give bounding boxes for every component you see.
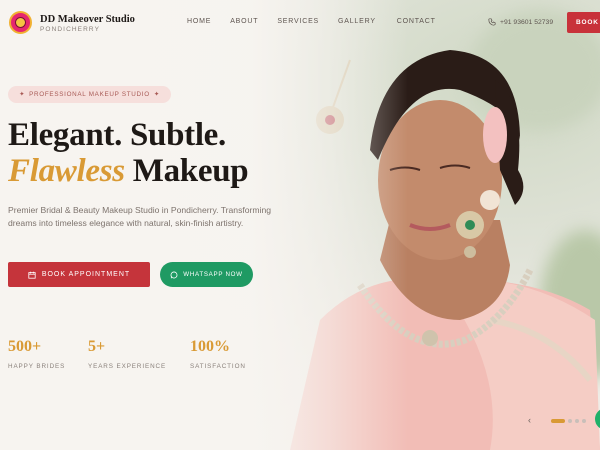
stat-value: 100% (190, 338, 230, 355)
phone-link[interactable]: +91 93601 52739 (488, 18, 553, 26)
whatsapp-label: WHATSAPP NOW (183, 271, 243, 278)
heading-line1: Elegant. Subtle. (8, 117, 226, 153)
slider-dot[interactable] (575, 419, 579, 423)
whatsapp-icon (170, 271, 178, 278)
brand-location: PONDICHERRY (40, 26, 101, 33)
logo-icon[interactable] (9, 11, 32, 34)
stat-label: HAPPY BRIDES (8, 363, 66, 370)
nav-link-contact[interactable]: CONTACT (397, 18, 436, 25)
stat-experience: 5+ YEARS EXPERIENCE (88, 338, 166, 370)
heading-rest: Makeup (124, 153, 249, 189)
sparkle-icon: ✦ (153, 91, 160, 98)
book-nav-button[interactable]: BOOK (567, 12, 600, 33)
stat-satisfaction: 100% SATISFACTION (190, 338, 246, 370)
hero-heading: Elegant. Subtle. Flawless Makeup (8, 117, 249, 189)
slider-dot[interactable] (568, 419, 572, 423)
nav-link-gallery[interactable]: GALLERY (338, 18, 376, 25)
badge-label: PROFESSIONAL MAKEUP STUDIO (29, 91, 150, 98)
sparkle-icon: ✦ (19, 91, 26, 98)
nav-link-about[interactable]: ABOUT (230, 18, 258, 25)
stat-label: SATISFACTION (190, 363, 246, 370)
stat-value: 500+ (8, 338, 42, 355)
book-appointment-label: BOOK APPOINTMENT (41, 271, 131, 278)
nav-link-services[interactable]: SERVICES (277, 18, 319, 25)
stat-brides: 500+ HAPPY BRIDES (8, 338, 65, 370)
chevron-left-icon[interactable]: ‹ (528, 415, 531, 425)
hero-description: Premier Bridal & Beauty Makeup Studio in… (8, 205, 272, 228)
phone-icon (488, 18, 496, 26)
brand-name[interactable]: DD Makeover Studio (40, 14, 135, 25)
calendar-icon (28, 271, 36, 279)
hero-badge: ✦ PROFESSIONAL MAKEUP STUDIO ✦ (8, 86, 171, 103)
stat-label: YEARS EXPERIENCE (88, 363, 167, 370)
slider-dot[interactable] (551, 419, 565, 423)
whatsapp-button[interactable]: WHATSAPP NOW (160, 262, 253, 287)
nav-links: HOME ABOUT SERVICES GALLERY CONTACT (187, 18, 436, 25)
navbar: DD Makeover Studio PONDICHERRY HOME ABOU… (0, 0, 600, 44)
slider-dots (551, 419, 586, 423)
book-appointment-button[interactable]: BOOK APPOINTMENT (8, 262, 150, 287)
slider-dot[interactable] (582, 419, 586, 423)
heading-highlight: Flawless (8, 153, 125, 189)
stat-value: 5+ (88, 338, 106, 355)
nav-link-home[interactable]: HOME (187, 18, 211, 25)
phone-number: +91 93601 52739 (500, 18, 554, 26)
